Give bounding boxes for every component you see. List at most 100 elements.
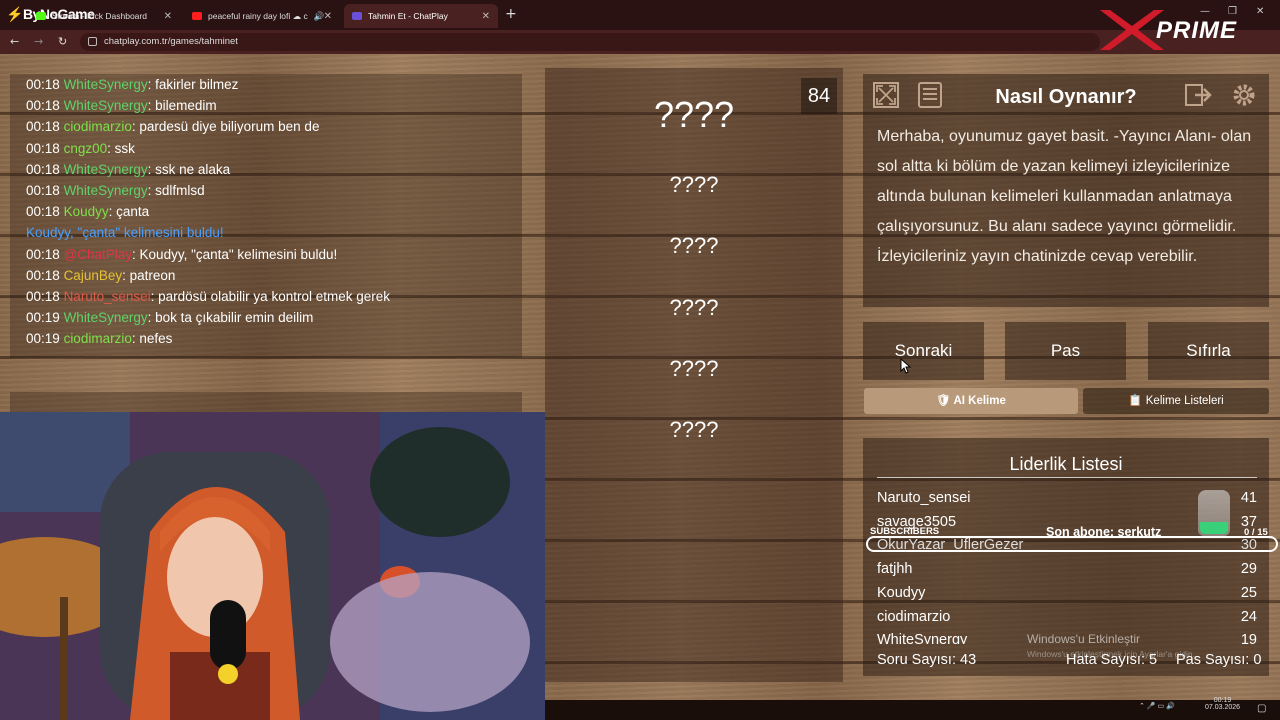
how-to-play-text: Merhaba, oyunumuz gayet basit. -Yayıncı … — [877, 128, 1252, 265]
chat-username[interactable]: WhiteSynergy — [64, 162, 148, 177]
player-score: 29 — [1240, 561, 1257, 577]
gear-icon[interactable] — [1229, 80, 1259, 110]
kick-icon — [36, 12, 46, 20]
chat-text: : patreon — [122, 267, 176, 283]
chat-timestamp: 00:19 — [26, 310, 60, 326]
word-lists-button[interactable]: 📋 Kelime Listeleri — [1083, 388, 1269, 414]
chat-text: : fakirler bilmez — [147, 77, 239, 92]
chat-message: 00:19 ciodimarzio: nefes — [26, 328, 522, 349]
ai-word-button[interactable]: 🛡 AI Kelime — [864, 388, 1078, 414]
chat-username[interactable]: @ChatPlay — [64, 247, 132, 262]
next-button[interactable]: Sonraki — [863, 322, 984, 380]
site-info-icon[interactable] — [88, 37, 97, 46]
chat-timestamp: 00:18 — [26, 161, 60, 177]
forbidden-word: ???? — [669, 356, 719, 381]
player-name: ciodimarzio — [877, 609, 951, 625]
player-score: 41 — [1240, 490, 1257, 506]
forbidden-word: ???? — [669, 295, 719, 320]
exit-icon[interactable] — [1183, 80, 1213, 110]
youtube-icon — [192, 12, 202, 20]
chat-panel: 00:18 WhiteSynergy: fakirler bilmez 00:18… — [10, 74, 522, 358]
chat-message: 00:18 cngz00: ssk — [26, 138, 522, 159]
question-count: Soru Sayısı: 43 — [877, 652, 977, 668]
chat-text: : nefes — [131, 331, 173, 347]
chat-timestamp: 00:18 — [26, 204, 60, 220]
chat-message: 00:18 ciodimarzio: pardesü diye biliyoru… — [26, 116, 522, 137]
chat-text: : pardesü diye biliyorum ben de — [131, 119, 320, 135]
chat-username[interactable]: Koudyy — [64, 204, 109, 219]
tab-title: Stream - Kick Dashboard — [52, 11, 147, 21]
chat-username[interactable]: cngz00 — [64, 141, 108, 156]
clock-time: 00:19 — [1213, 697, 1232, 704]
chat-message: 00:18 WhiteSynergy: ssk ne alaka — [26, 159, 522, 180]
system-tray-icons[interactable]: ⌃ 🎤 ▭ 🔊 — [1139, 702, 1175, 710]
tab-chatplay[interactable]: Tahmin Et - ChatPlay ✕ — [344, 4, 498, 28]
tab-title: Tahmin Et - ChatPlay — [368, 11, 448, 21]
chat-text: : ssk — [107, 140, 135, 156]
tab-kick-dashboard[interactable]: Stream - Kick Dashboard ✕ — [28, 4, 180, 28]
reload-icon[interactable]: ↻ — [58, 35, 67, 48]
chat-system-message: Koudyy, "çanta" kelimesini buldu! — [26, 225, 224, 241]
player-name: fatjhh — [877, 561, 913, 577]
chat-timestamp: 00:18 — [26, 119, 60, 135]
clipboard-icon: 📋 — [1128, 395, 1146, 407]
player-score: 19 — [1240, 632, 1257, 644]
forward-icon[interactable]: → — [34, 35, 43, 48]
player-name: Naruto_sensei — [877, 490, 971, 506]
leaderboard-title: Liderlik Listesi — [1009, 454, 1123, 474]
browser-tab-bar: ⚡ByNoGame Stream - Kick Dashboard ✕ peac… — [0, 0, 1280, 30]
reset-button[interactable]: Sıfırla — [1148, 322, 1269, 380]
chat-text: : bok ta çıkabilir emin deilim — [147, 310, 314, 326]
jar-fill — [1200, 522, 1228, 534]
chat-timestamp: 00:18 — [26, 288, 60, 304]
chat-username[interactable]: ciodimarzio — [64, 331, 132, 346]
chat-text: : Koudyy, "çanta" kelimesini buldu! — [132, 246, 338, 262]
chat-username[interactable]: WhiteSynergy — [64, 183, 148, 198]
chat-timestamp: 00:18 — [26, 182, 60, 198]
chat-message: 00:19 WhiteSynergy: bok ta çıkabilir emi… — [26, 307, 522, 328]
streamer-area — [10, 392, 522, 414]
chat-timestamp: 00:18 — [26, 246, 60, 262]
new-tab-button[interactable]: + — [505, 6, 517, 22]
xprime-logo: PRIME — [1096, 6, 1276, 54]
chat-message: 00:18 CajunBey: patreon — [26, 265, 522, 286]
notification-icon[interactable]: ▢ — [1257, 703, 1266, 714]
url-input[interactable]: chatplay.com.tr/games/tahminet — [80, 33, 1100, 51]
tab-lofi[interactable]: peaceful rainy day lofi ☁ c 🔊 ✕ — [184, 4, 340, 28]
back-icon[interactable]: ← — [10, 35, 19, 48]
forbidden-word: ???? — [669, 417, 719, 442]
main-word: ???? — [653, 94, 735, 135]
clock-date: 07.03.2026 — [1205, 704, 1241, 711]
close-icon[interactable]: ✕ — [482, 11, 490, 22]
robot-icon: 🛡 — [936, 395, 954, 407]
leaderboard-row: fatjhh 29 — [877, 561, 1257, 581]
brand-mark-icon: ⚡ — [6, 6, 23, 22]
chat-message: 00:18 WhiteSynergy: fakirler bilmez — [26, 74, 522, 95]
forbidden-word: ???? — [669, 172, 719, 197]
close-icon[interactable]: ✕ — [324, 11, 332, 22]
chat-text: : ssk ne alaka — [147, 161, 231, 177]
clock[interactable]: 00:19 07.03.2026 — [1205, 697, 1240, 711]
chat-username[interactable]: Naruto_sensei — [64, 289, 151, 304]
player-name: WhiteSynergy — [877, 632, 968, 644]
taskbar: ⌃ 🎤 ▭ 🔊 00:19 07.03.2026 ▢ — [545, 697, 1280, 720]
chat-timestamp: 00:18 — [26, 267, 60, 283]
chat-username[interactable]: WhiteSynergy — [64, 310, 148, 325]
close-icon[interactable]: ✕ — [164, 11, 172, 22]
player-score: 24 — [1240, 609, 1257, 625]
chat-username[interactable]: WhiteSynergy — [64, 98, 148, 113]
chat-timestamp: 00:18 — [26, 140, 60, 156]
xprime-logo-graphic: PRIME — [1100, 10, 1236, 50]
chat-text: : bilemedim — [147, 98, 217, 114]
chat-timestamp: 00:18 — [26, 77, 60, 92]
chat-username[interactable]: CajunBey — [64, 268, 123, 283]
pass-button[interactable]: Pas — [1005, 322, 1126, 380]
chat-username[interactable]: WhiteSynergy — [64, 77, 148, 92]
chat-message: 00:18 @ChatPlay: Koudyy, "çanta" kelimes… — [26, 244, 522, 265]
webcam-image — [0, 412, 545, 720]
subscriber-jar — [1198, 490, 1230, 536]
chat-message: 00:18 WhiteSynergy: sdlfmlsd — [26, 180, 522, 201]
tab-title: peaceful rainy day lofi ☁ c — [208, 10, 308, 21]
address-bar: ← → ↻ chatplay.com.tr/games/tahminet — [0, 30, 1280, 54]
chat-username[interactable]: ciodimarzio — [64, 119, 132, 134]
